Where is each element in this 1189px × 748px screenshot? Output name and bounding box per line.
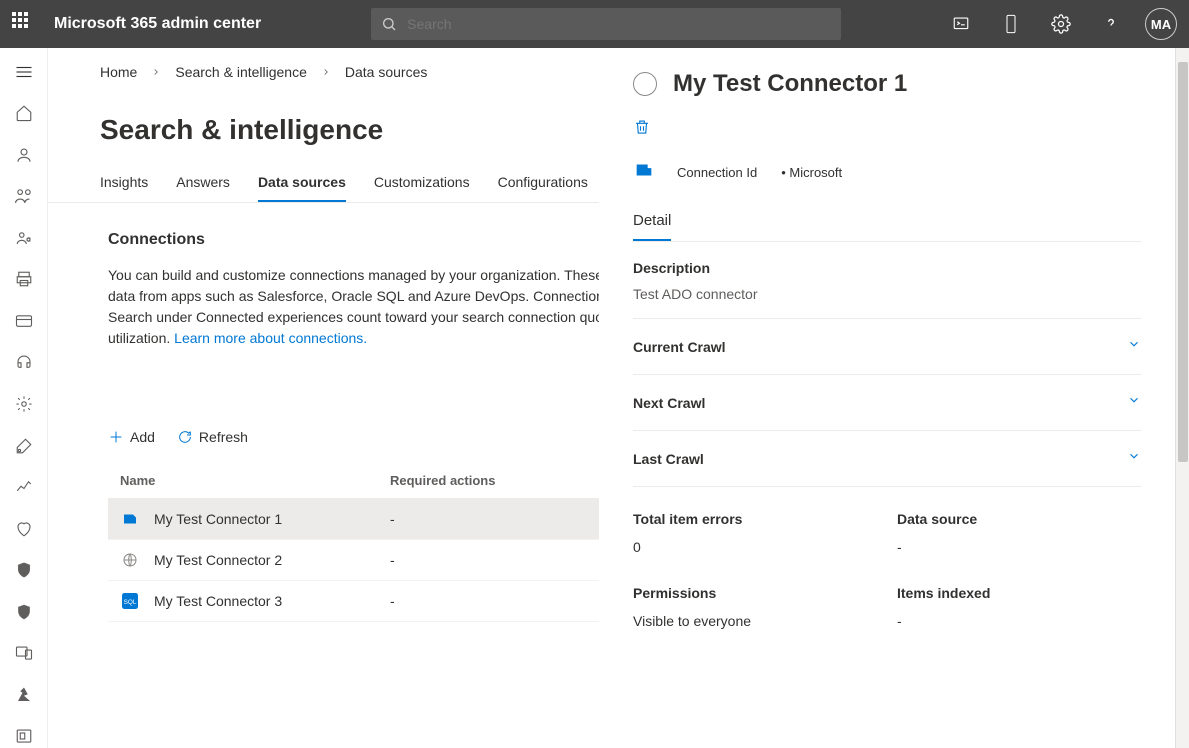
delete-icon[interactable] [633, 118, 651, 141]
stat-total-item-errors: Total item errors0 [633, 511, 877, 555]
search-input[interactable] [407, 16, 831, 32]
left-nav [0, 48, 48, 748]
tab-configurations[interactable]: Configurations [498, 166, 588, 202]
nav-roles-icon[interactable] [8, 226, 40, 250]
connector-icon [633, 159, 655, 186]
plus-icon [108, 429, 124, 445]
nav-settings-icon[interactable] [8, 392, 40, 416]
tab-answers[interactable]: Answers [176, 166, 230, 202]
breadcrumb-search[interactable]: Search & intelligence [175, 64, 307, 80]
nav-reports-icon[interactable] [8, 475, 40, 499]
device-icon[interactable] [995, 8, 1027, 40]
chevron-right-icon [321, 67, 331, 77]
tab-data-sources[interactable]: Data sources [258, 166, 346, 202]
global-search[interactable] [371, 8, 841, 40]
breadcrumb-home[interactable]: Home [100, 64, 137, 80]
stat-data-source: Data source- [897, 511, 1141, 555]
connector-blue-icon [120, 509, 140, 529]
description-label: Description [633, 260, 1141, 276]
chevron-right-icon [151, 67, 161, 77]
row-name: My Test Connector 3 [154, 593, 390, 609]
nav-home-icon[interactable] [8, 102, 40, 126]
nav-security-icon[interactable] [8, 558, 40, 582]
tab-customizations[interactable]: Customizations [374, 166, 470, 202]
accordion-current-crawl[interactable]: Current Crawl [633, 319, 1141, 375]
connection-id-label: Connection Id [677, 165, 757, 180]
nav-health-icon[interactable] [8, 517, 40, 541]
nav-menu-icon[interactable] [8, 60, 40, 84]
nav-azure-icon[interactable] [8, 683, 40, 707]
shell-terminal-icon[interactable] [945, 8, 977, 40]
panel-tab-detail[interactable]: Detail [633, 204, 671, 241]
sql-blue-icon: SQL [120, 591, 140, 611]
stat-items-indexed: Items indexed- [897, 585, 1141, 629]
globe-icon [120, 550, 140, 570]
connection-source: • Microsoft [781, 165, 842, 180]
panel-scrollbar[interactable] [1175, 48, 1189, 748]
search-icon [381, 16, 397, 32]
user-avatar[interactable]: MA [1145, 8, 1177, 40]
app-title: Microsoft 365 admin center [54, 15, 261, 33]
accordion-next-crawl[interactable]: Next Crawl [633, 375, 1141, 431]
row-name: My Test Connector 2 [154, 552, 390, 568]
detail-panel: My Test Connector 1 Connection Id • Micr… [599, 48, 1189, 748]
panel-title: My Test Connector 1 [673, 70, 907, 98]
app-launcher-icon[interactable] [12, 12, 36, 36]
chevron-down-icon [1127, 393, 1141, 412]
nav-exchange-icon[interactable] [8, 725, 40, 748]
chevron-down-icon [1127, 449, 1141, 468]
help-icon[interactable] [1095, 8, 1127, 40]
nav-compliance-icon[interactable] [8, 600, 40, 624]
refresh-icon [177, 429, 193, 445]
row-name: My Test Connector 1 [154, 511, 390, 527]
nav-support-icon[interactable] [8, 351, 40, 375]
description-value: Test ADO connector [633, 286, 1141, 302]
breadcrumb-datasources: Data sources [345, 64, 427, 80]
radio-icon[interactable] [633, 72, 657, 96]
nav-user-icon[interactable] [8, 143, 40, 167]
learn-more-link[interactable]: Learn more about connections. [174, 330, 367, 346]
add-label: Add [130, 429, 155, 445]
nav-setup-icon[interactable] [8, 434, 40, 458]
svg-text:SQL: SQL [124, 599, 137, 606]
nav-billing-icon[interactable] [8, 309, 40, 333]
refresh-label: Refresh [199, 429, 248, 445]
nav-endpoint-icon[interactable] [8, 641, 40, 665]
settings-gear-icon[interactable] [1045, 8, 1077, 40]
add-button[interactable]: Add [108, 429, 155, 445]
nav-teams-icon[interactable] [8, 185, 40, 209]
accordion-last-crawl[interactable]: Last Crawl [633, 431, 1141, 487]
refresh-button[interactable]: Refresh [177, 429, 248, 445]
nav-print-icon[interactable] [8, 268, 40, 292]
stat-permissions: PermissionsVisible to everyone [633, 585, 877, 629]
col-name[interactable]: Name [120, 473, 390, 488]
connections-description: You can build and customize connections … [108, 265, 668, 349]
tab-insights[interactable]: Insights [100, 166, 148, 202]
chevron-down-icon [1127, 337, 1141, 356]
